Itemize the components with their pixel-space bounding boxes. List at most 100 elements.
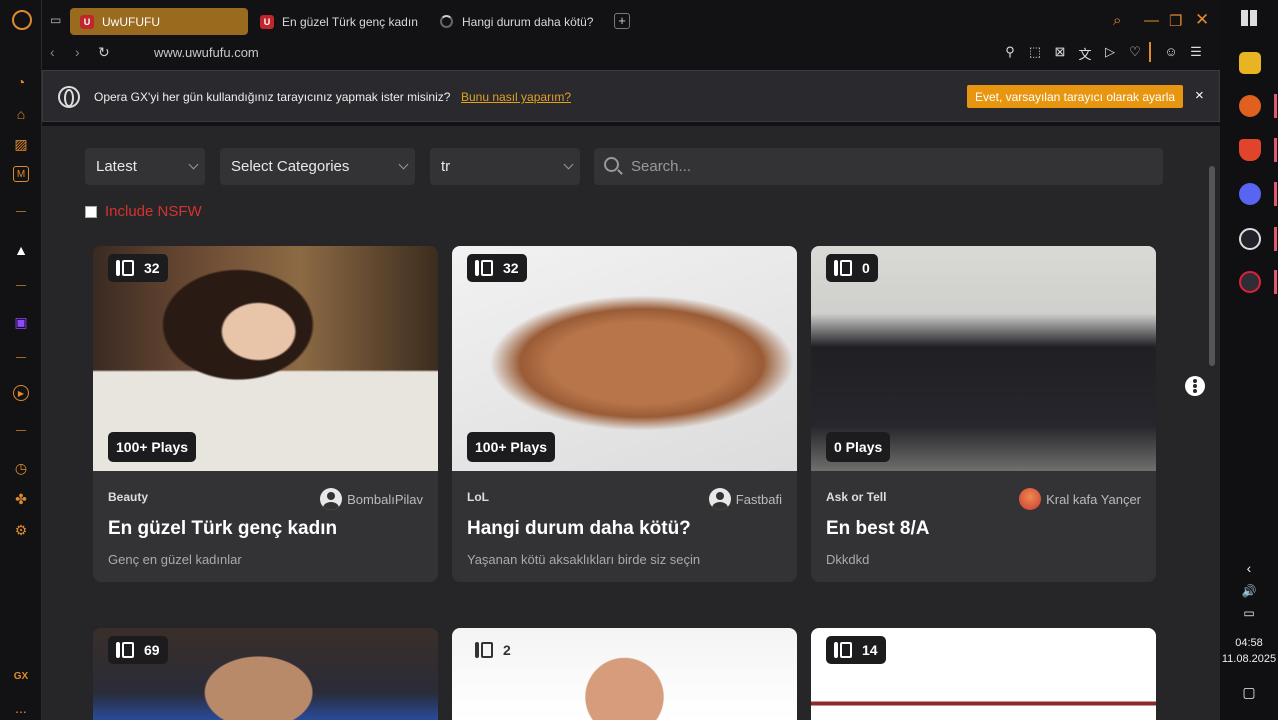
windows-start-icon[interactable]	[1241, 10, 1257, 26]
extensions-icon[interactable]: ✤	[11, 489, 31, 509]
running-indicator	[1274, 94, 1277, 118]
chevron-down-icon	[563, 159, 574, 170]
avatar	[1019, 488, 1042, 510]
running-indicator	[1274, 182, 1277, 206]
card-category: Ask or Tell	[826, 490, 887, 504]
nsfw-checkbox[interactable]: Include NSFW	[85, 203, 202, 220]
tab-en-guzel[interactable]: U En güzel Türk genç kadın	[250, 8, 420, 35]
adblock-icon[interactable]: ⊠	[1052, 44, 1068, 60]
nsfw-label: Include NSFW	[105, 203, 202, 220]
tab-label: Hangi durum daha kötü?	[462, 14, 594, 29]
item-count: 0	[862, 260, 870, 276]
default-browser-notification: Opera GX'yi her gün kullandığınız tarayı…	[42, 70, 1220, 122]
item-count-badge: 32	[467, 254, 527, 282]
card-author[interactable]: Fastbafi	[708, 488, 782, 510]
tab-islands-icon[interactable]: ▭	[50, 13, 61, 27]
snapshot-icon[interactable]: ⬚	[1027, 44, 1043, 60]
speed-dial-icon[interactable]: ◔	[11, 72, 31, 92]
card-description: Genç en güzel kadınlar	[108, 552, 242, 567]
card-author[interactable]: Kral kafa Yançer	[1019, 488, 1141, 510]
notifications-icon[interactable]: ▢	[1220, 684, 1278, 701]
settings-gear-icon[interactable]: ⚙	[11, 520, 31, 540]
file-explorer-icon[interactable]	[1239, 52, 1261, 74]
forward-icon[interactable]: ›	[75, 44, 80, 60]
tab-label: UwUFUFU	[102, 14, 160, 29]
sidebar-divider	[16, 285, 26, 286]
translate-icon[interactable]: 文	[1077, 44, 1093, 62]
search-tabs-icon[interactable]: ⌕	[1113, 12, 1121, 29]
tab-bar: ▭ U UwUFUFU U En güzel Türk genç kadın H…	[42, 0, 1220, 42]
item-count-badge: 2	[467, 636, 519, 664]
gx-corner-icon[interactable]: ▨	[11, 134, 31, 154]
music-player-icon[interactable]: M	[13, 166, 29, 182]
history-icon[interactable]: ◷	[11, 458, 31, 478]
toolbar-divider	[1149, 42, 1151, 62]
close-window-icon[interactable]: ✕	[1195, 10, 1209, 30]
card-category: Beauty	[108, 490, 149, 504]
opera-menu-icon[interactable]	[12, 10, 32, 30]
easy-setup-icon[interactable]: ☰	[1188, 44, 1204, 60]
gx-control-icon[interactable]: ⌂	[11, 104, 31, 124]
uwufufu-favicon-icon: U	[260, 14, 274, 29]
tab-label: En güzel Türk genç kadın	[282, 14, 418, 29]
volume-icon[interactable]: 🔊	[1220, 584, 1278, 598]
close-notification-icon[interactable]: ×	[1195, 87, 1204, 104]
card-title[interactable]: Hangi durum daha kötü?	[467, 518, 691, 540]
game-card[interactable]: 14	[811, 628, 1156, 720]
network-icon[interactable]: ▭	[1220, 606, 1278, 620]
item-count-badge: 32	[108, 254, 168, 282]
url-field[interactable]: www.uwufufu.com	[154, 45, 259, 60]
opera-gx-taskbar-icon[interactable]	[1239, 271, 1261, 293]
restore-icon[interactable]: ❐	[1169, 12, 1182, 30]
card-author[interactable]: BombalıPilav	[320, 488, 423, 510]
author-name: Fastbafi	[735, 491, 782, 507]
account-icon[interactable]: ☺	[1163, 44, 1179, 60]
sidebar-more-icon[interactable]: ...	[11, 698, 31, 718]
game-card[interactable]: 32 100+ Plays Beauty BombalıPilav En güz…	[93, 246, 438, 582]
aria-icon[interactable]: ▲	[11, 240, 31, 260]
sort-value: Latest	[96, 158, 137, 175]
cards-icon	[834, 642, 854, 658]
twitch-icon[interactable]: ▣	[11, 312, 31, 332]
search-placeholder: Search...	[631, 158, 692, 175]
tab-uwufufu[interactable]: U UwUFUFU	[70, 8, 248, 35]
brave-icon[interactable]	[1239, 139, 1261, 161]
speed-test-icon[interactable]	[1239, 228, 1261, 250]
more-options-icon[interactable]	[1185, 376, 1205, 396]
page-scrollbar[interactable]	[1209, 166, 1215, 366]
how-to-link[interactable]: Bunu nasıl yaparım?	[461, 90, 571, 104]
pin-icon[interactable]: ⚲	[1002, 44, 1018, 60]
clock-date[interactable]: 11.08.2025	[1220, 653, 1278, 665]
checkbox-box[interactable]	[85, 205, 97, 218]
game-card[interactable]: 69	[93, 628, 438, 720]
back-icon[interactable]: ‹	[50, 44, 55, 60]
sort-select[interactable]: Latest	[85, 148, 205, 185]
category-value: Select Categories	[231, 158, 350, 175]
card-title[interactable]: En best 8/A	[826, 518, 929, 540]
heart-icon[interactable]: ♡	[1127, 44, 1143, 60]
send-icon[interactable]: ▷	[1102, 44, 1118, 60]
reload-icon[interactable]: ↻	[98, 44, 110, 61]
clock-time[interactable]: 04:58	[1220, 637, 1278, 649]
search-input[interactable]: Search...	[594, 148, 1163, 185]
running-indicator	[1274, 270, 1277, 294]
chevron-left-icon[interactable]: ‹	[1220, 560, 1278, 576]
new-tab-button[interactable]: +	[614, 13, 630, 29]
game-card[interactable]: 0 0 Plays Ask or Tell Kral kafa Yançer E…	[811, 246, 1156, 582]
card-title[interactable]: En güzel Türk genç kadın	[108, 518, 337, 540]
running-indicator	[1274, 138, 1277, 162]
player-icon[interactable]: ▶	[13, 385, 29, 401]
item-count-badge: 0	[826, 254, 878, 282]
language-value: tr	[441, 158, 451, 175]
minimize-icon[interactable]: —	[1144, 12, 1159, 29]
cards-icon	[116, 260, 136, 276]
tab-hangi-durum[interactable]: Hangi durum daha kötü?	[430, 8, 600, 35]
set-default-button[interactable]: Evet, varsayılan tarayıcı olarak ayarla	[967, 85, 1183, 108]
fl-studio-icon[interactable]	[1239, 95, 1261, 117]
discord-icon[interactable]	[1239, 183, 1261, 205]
language-select[interactable]: tr	[430, 148, 580, 185]
game-card[interactable]: 32 100+ Plays LoL Fastbafi Hangi durum d…	[452, 246, 797, 582]
game-card[interactable]: 2	[452, 628, 797, 720]
category-select[interactable]: Select Categories	[220, 148, 415, 185]
cards-icon	[116, 642, 136, 658]
